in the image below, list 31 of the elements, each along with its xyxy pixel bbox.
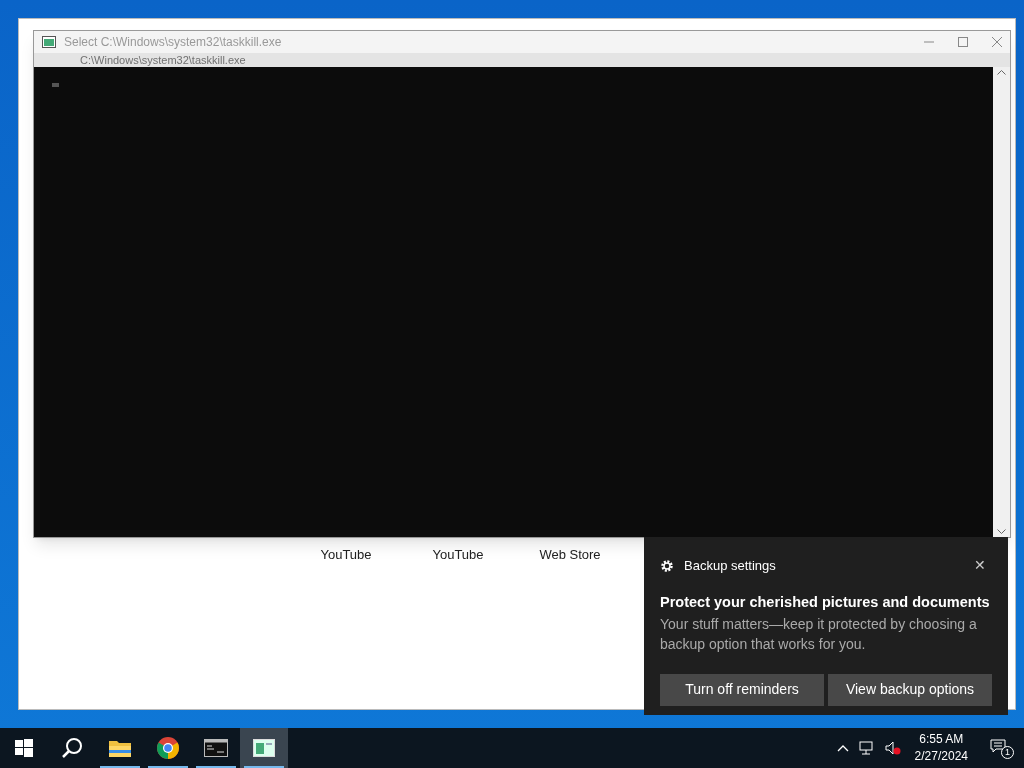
muted-speaker-icon[interactable] [884, 741, 901, 755]
windows-logo-icon [15, 739, 33, 757]
chevron-up-icon[interactable] [836, 744, 849, 752]
taskbar-button[interactable] [240, 728, 288, 768]
console-icon [42, 36, 56, 48]
scrollbar[interactable] [993, 67, 1010, 537]
chrome-icon [156, 736, 180, 760]
close-button[interactable]: ✕ [974, 555, 986, 576]
window-icon [253, 739, 275, 757]
app-name: Backup settings [684, 556, 776, 575]
network-icon[interactable] [858, 741, 875, 755]
cursor-icon [52, 83, 59, 87]
shortcut-label[interactable]: Web Store [514, 545, 626, 565]
console-icon [204, 739, 228, 757]
window-title: C:\Windows\system32\taskkill.exe [80, 54, 246, 66]
scroll-up-icon[interactable] [997, 69, 1006, 75]
maximize-icon[interactable] [958, 37, 968, 47]
notification-body: Your stuff matters—keep it protected by choosing a backup option that works for you. [660, 614, 978, 654]
close-icon[interactable] [992, 37, 1002, 47]
search-icon [61, 737, 83, 759]
clock-date[interactable]: 2/27/2024 [914, 748, 968, 765]
toast-button[interactable]: View backup options [828, 673, 992, 706]
gear-icon [660, 558, 674, 573]
folder-icon [108, 738, 132, 758]
window-title: Select C:\Windows\system32\taskkill.exe [64, 34, 282, 51]
notification-heading: Protect your cherished pictures and documents [660, 593, 991, 612]
toast-button[interactable]: Turn off reminders [660, 673, 824, 706]
scroll-down-icon[interactable] [997, 529, 1006, 535]
shortcut-label[interactable]: YouTube [290, 545, 402, 565]
shortcut-label[interactable]: YouTube [402, 545, 514, 565]
clock-time[interactable]: 6:55 AM [919, 731, 964, 748]
